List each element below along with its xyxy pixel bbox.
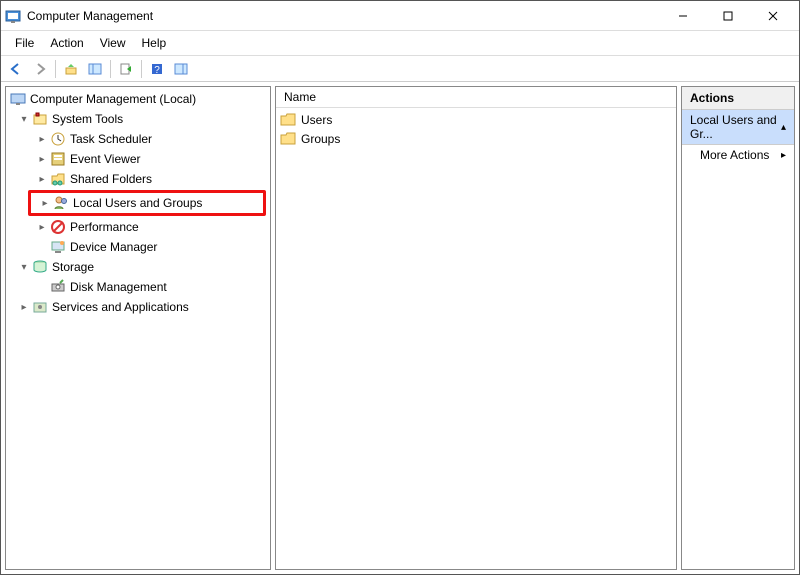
collapse-icon: ▴ xyxy=(781,122,786,133)
actions-header: Actions xyxy=(682,87,794,110)
tree-local-users-groups[interactable]: ▸ Local Users and Groups xyxy=(31,193,263,213)
up-level-button[interactable] xyxy=(60,59,82,79)
event-viewer-icon xyxy=(50,151,66,167)
back-button[interactable] xyxy=(5,59,27,79)
tree-task-scheduler[interactable]: ▸ Task Scheduler xyxy=(6,129,270,149)
tree-label: Device Manager xyxy=(68,240,159,254)
maximize-button[interactable] xyxy=(705,1,750,30)
tree-system-tools[interactable]: ▾ System Tools xyxy=(6,109,270,129)
tree-label: Services and Applications xyxy=(50,300,191,314)
tree-label: Performance xyxy=(68,220,141,234)
tree-performance[interactable]: ▸ Performance xyxy=(6,217,270,237)
minimize-button[interactable] xyxy=(660,1,705,30)
tree-services-apps[interactable]: ▸ Services and Applications xyxy=(6,297,270,317)
menu-file[interactable]: File xyxy=(7,33,42,53)
show-action-pane-button[interactable] xyxy=(170,59,192,79)
disk-management-icon xyxy=(50,279,66,295)
toolbar-separator xyxy=(141,60,142,78)
tree-device-manager[interactable]: Device Manager xyxy=(6,237,270,257)
list-item-label: Groups xyxy=(301,132,340,146)
tree-label: Local Users and Groups xyxy=(71,196,204,210)
svg-text:?: ? xyxy=(154,65,160,76)
list-item-label: Users xyxy=(301,113,332,127)
performance-icon xyxy=(50,219,66,235)
highlight-annotation: ▸ Local Users and Groups xyxy=(28,190,266,216)
actions-context-label: Local Users and Gr... xyxy=(690,113,781,141)
show-hide-tree-button[interactable] xyxy=(84,59,106,79)
tree-shared-folders[interactable]: ▸ Shared Folders xyxy=(6,169,270,189)
expand-icon[interactable]: ▸ xyxy=(36,174,48,185)
tree-root[interactable]: Computer Management (Local) xyxy=(6,89,270,109)
window-controls xyxy=(660,1,795,30)
system-tools-icon xyxy=(32,111,48,127)
tree-label: Disk Management xyxy=(68,280,169,294)
actions-pane: Actions Local Users and Gr... ▴ More Act… xyxy=(681,86,795,570)
submenu-arrow-icon: ▸ xyxy=(781,150,786,161)
task-scheduler-icon xyxy=(50,131,66,147)
device-manager-icon xyxy=(50,239,66,255)
folder-icon xyxy=(280,131,296,147)
collapse-icon[interactable]: ▾ xyxy=(18,262,30,273)
export-button[interactable] xyxy=(115,59,137,79)
console-tree[interactable]: Computer Management (Local) ▾ System Too… xyxy=(5,86,271,570)
content-area: Computer Management (Local) ▾ System Too… xyxy=(1,82,799,574)
toolbar: ? xyxy=(1,56,799,82)
expand-icon[interactable]: ▸ xyxy=(36,222,48,233)
list-item-groups[interactable]: Groups xyxy=(280,129,672,148)
tree-label: Computer Management (Local) xyxy=(28,92,198,106)
menu-help[interactable]: Help xyxy=(134,33,175,53)
shared-folders-icon xyxy=(50,171,66,187)
tree-label: System Tools xyxy=(50,112,125,126)
actions-more[interactable]: More Actions ▸ xyxy=(682,145,794,165)
tree-disk-management[interactable]: Disk Management xyxy=(6,277,270,297)
actions-more-label: More Actions xyxy=(700,148,769,162)
window-title: Computer Management xyxy=(27,9,660,23)
tree-label: Event Viewer xyxy=(68,152,142,166)
list-item-users[interactable]: Users xyxy=(280,110,672,129)
help-button[interactable]: ? xyxy=(146,59,168,79)
computer-management-icon xyxy=(10,91,26,107)
app-window: Computer Management File Action View Hel… xyxy=(0,0,800,575)
expand-icon[interactable]: ▸ xyxy=(39,198,51,209)
close-button[interactable] xyxy=(750,1,795,30)
result-list[interactable]: Name Users Groups xyxy=(275,86,677,570)
expand-icon[interactable]: ▸ xyxy=(36,154,48,165)
title-bar: Computer Management xyxy=(1,1,799,31)
menu-action[interactable]: Action xyxy=(42,33,91,53)
tree-event-viewer[interactable]: ▸ Event Viewer xyxy=(6,149,270,169)
tree-storage[interactable]: ▾ Storage xyxy=(6,257,270,277)
folder-icon xyxy=(280,112,296,128)
menu-view[interactable]: View xyxy=(92,33,134,53)
forward-button[interactable] xyxy=(29,59,51,79)
local-users-groups-icon xyxy=(53,195,69,211)
app-icon xyxy=(5,8,21,24)
column-header-name[interactable]: Name xyxy=(276,87,676,108)
storage-icon xyxy=(32,259,48,275)
expand-icon[interactable]: ▸ xyxy=(18,302,30,313)
menu-bar: File Action View Help xyxy=(1,31,799,56)
services-apps-icon xyxy=(32,299,48,315)
tree-label: Storage xyxy=(50,260,96,274)
toolbar-separator xyxy=(55,60,56,78)
toolbar-separator xyxy=(110,60,111,78)
collapse-icon[interactable]: ▾ xyxy=(18,114,30,125)
tree-label: Task Scheduler xyxy=(68,132,154,146)
tree-label: Shared Folders xyxy=(68,172,154,186)
expand-icon[interactable]: ▸ xyxy=(36,134,48,145)
actions-context[interactable]: Local Users and Gr... ▴ xyxy=(682,110,794,145)
